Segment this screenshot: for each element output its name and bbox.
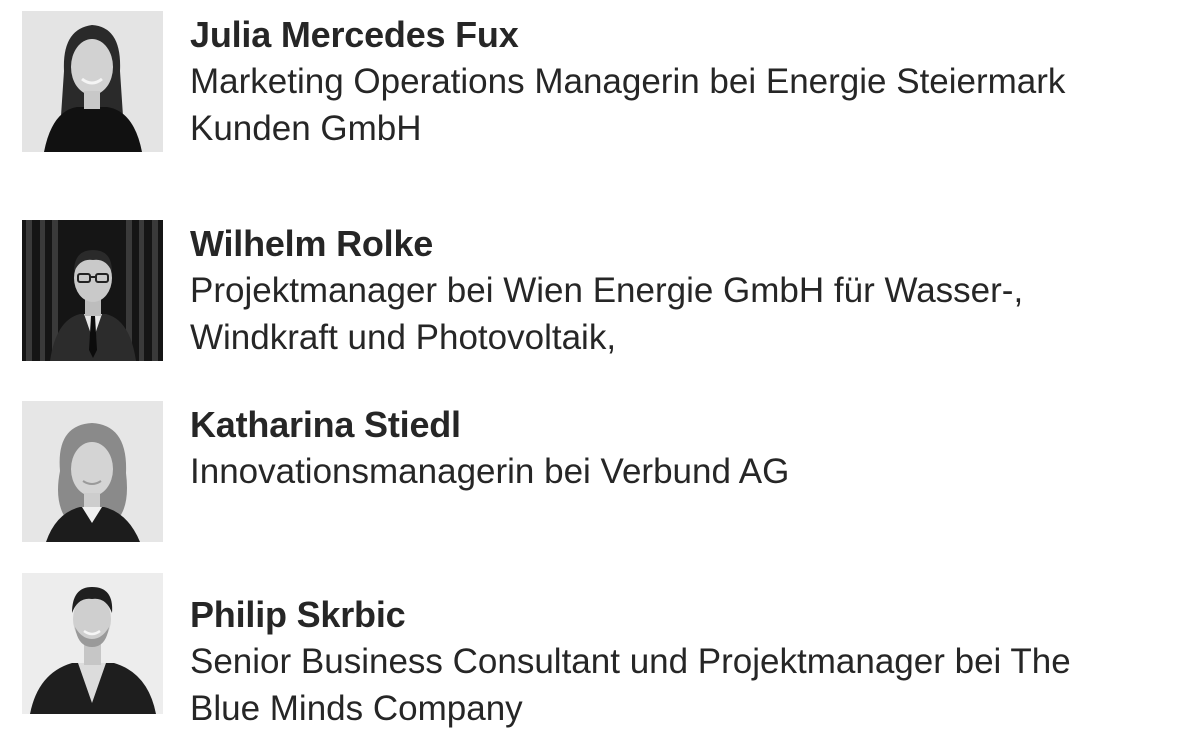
speaker-role: Projektmanager bei Wien Energie GmbH für…	[190, 271, 1024, 357]
portrait-photo-icon	[22, 401, 163, 542]
speaker-name: Philip Skrbic	[190, 594, 406, 635]
speaker-name: Katharina Stiedl	[190, 404, 461, 445]
speaker-text: Julia Mercedes Fux Marketing Operations …	[190, 11, 1150, 152]
speaker-name: Julia Mercedes Fux	[190, 14, 519, 55]
speaker-photo	[22, 220, 163, 361]
speaker-role: Marketing Operations Managerin bei Energ…	[190, 62, 1066, 148]
portrait-photo-icon	[22, 573, 163, 714]
speaker-photo	[22, 401, 163, 542]
portrait-photo-icon	[22, 220, 163, 361]
speaker-photo	[22, 11, 163, 152]
speaker-text: Wilhelm Rolke Projektmanager bei Wien En…	[190, 220, 1150, 361]
speaker-role: Innovationsmanagerin bei Verbund AG	[190, 452, 790, 491]
speaker-text: Philip Skrbic Senior Business Consultant…	[190, 573, 1150, 732]
speaker-role: Senior Business Consultant und Projektma…	[190, 642, 1071, 728]
speaker-photo	[22, 573, 163, 714]
speaker-name: Wilhelm Rolke	[190, 223, 434, 264]
speaker-text: Katharina Stiedl Innovationsmanagerin be…	[190, 401, 1150, 495]
portrait-photo-icon	[22, 11, 163, 152]
